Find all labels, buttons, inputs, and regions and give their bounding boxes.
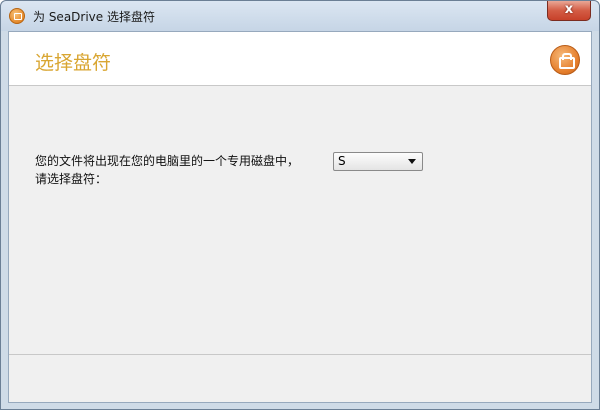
- dialog-client-area: 选择盘符 您的文件将出现在您的电脑里的一个专用磁盘中，请选择盘符： S: [8, 31, 592, 403]
- seadrive-dialog-window: 为 SeaDrive 选择盘符 x 选择盘符 您的文件将出现在您的电脑里的一个专…: [0, 0, 600, 410]
- chevron-down-icon: [408, 159, 416, 164]
- window-title: 为 SeaDrive 选择盘符: [33, 10, 155, 24]
- wizard-header: 选择盘符: [9, 32, 591, 86]
- title-bar[interactable]: 为 SeaDrive 选择盘符 x: [1, 1, 599, 31]
- footer-divider: [9, 354, 591, 355]
- drive-letter-select[interactable]: S: [333, 152, 423, 171]
- close-button[interactable]: x: [547, 1, 591, 21]
- drive-letter-value: S: [338, 154, 346, 168]
- seadrive-logo-icon: [550, 45, 580, 75]
- app-icon: [9, 8, 25, 24]
- drive-letter-prompt: 您的文件将出现在您的电脑里的一个专用磁盘中，请选择盘符：: [35, 154, 300, 186]
- page-title: 选择盘符: [35, 52, 112, 74]
- close-icon: x: [564, 2, 574, 17]
